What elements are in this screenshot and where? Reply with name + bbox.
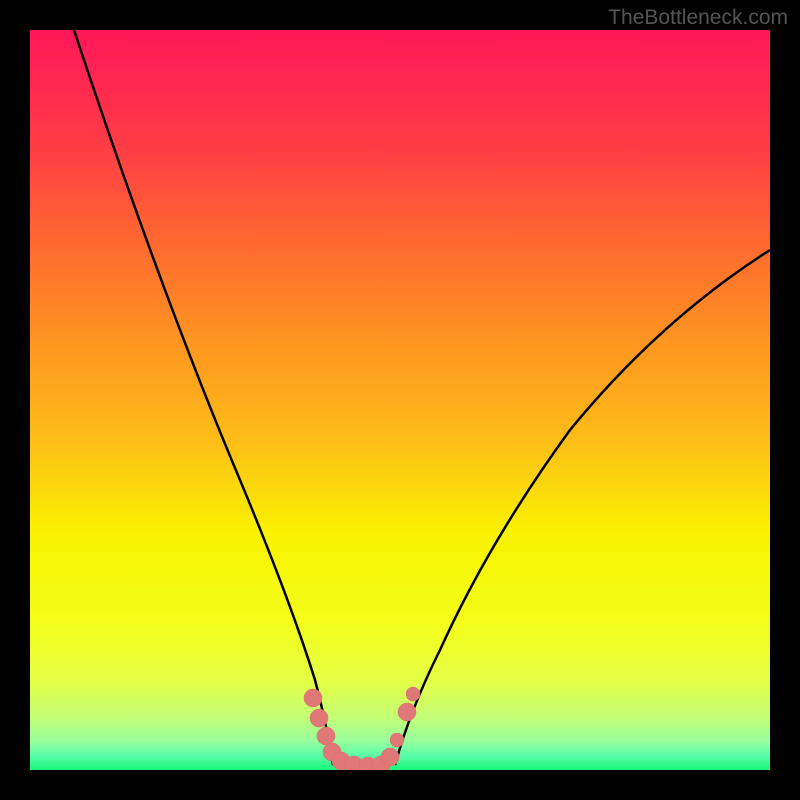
marker-dot xyxy=(406,687,420,701)
marker-dot xyxy=(390,733,404,747)
marker-dot xyxy=(398,703,416,721)
marker-dot xyxy=(310,709,328,727)
chart-svg xyxy=(30,30,770,770)
watermark-label: TheBottleneck.com xyxy=(608,6,788,30)
chart-container: TheBottleneck.com xyxy=(0,0,800,800)
marker-dot xyxy=(304,689,322,707)
marker-dot xyxy=(317,727,335,745)
marker-dot xyxy=(381,748,399,766)
chart-background xyxy=(30,30,770,770)
